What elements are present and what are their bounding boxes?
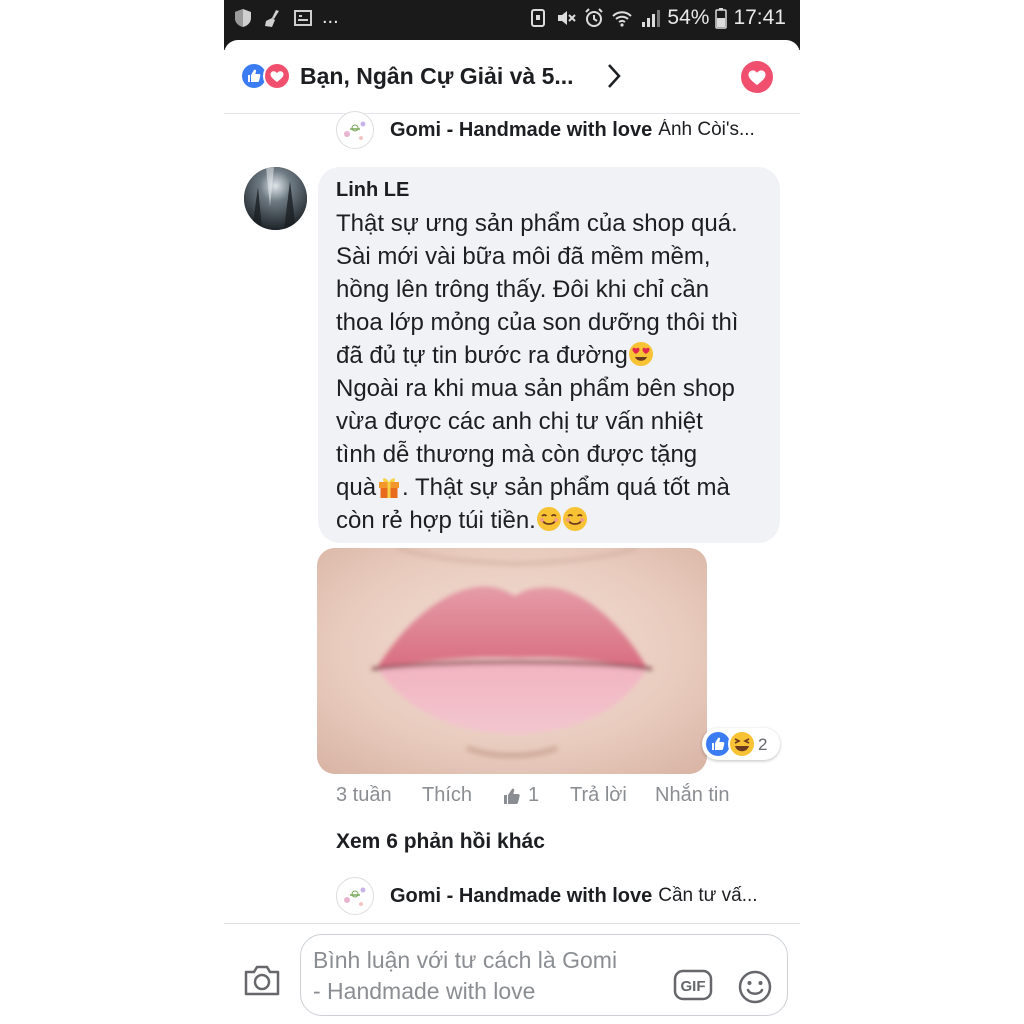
comment-line: đã đủ tự tin bước ra đường [336,342,628,369]
heart-eyes-emoji-icon [628,342,653,366]
battery-percent: 54% [667,6,710,29]
reply-button[interactable]: Trả lời [570,784,627,807]
comment-line: tình dễ thương mà còn được tặng [336,441,698,468]
nfc-icon [531,9,546,27]
comment-input-placeholder: Bình luận với tư cách là Gomi - Handmade… [313,945,663,1007]
status-notifications: ... [232,6,339,29]
profile-photo [244,167,307,230]
timestamp: 3 tuần [336,784,392,806]
smiling-emoji-icon [536,507,561,531]
comment-bubble[interactable]: Linh LE Thật sự ưng sản phẩm của shop qu… [318,167,780,543]
comment-line: Ngoài ra khi mua sản phẩm bên shop [336,375,735,402]
message-button[interactable]: Nhắn tin [655,784,730,807]
comment-line-with-emoji: quà . Thật sự sản phẩm quá tốt mà [336,471,776,504]
more-notifications: ... [322,6,339,28]
comment-line: Thật sự ưng sản phẩm của shop quá. [336,210,738,237]
reply-author[interactable]: Gomi - Handmade with love [390,119,652,142]
camera-icon[interactable] [242,960,282,1000]
reactions-header[interactable]: Bạn, Ngân Cự Giải và 5... [224,50,800,112]
reply-author[interactable]: Gomi - Handmade with love [390,885,652,908]
clock: 17:41 [733,6,786,29]
thumbs-up-icon [504,788,520,804]
image-icon [294,9,312,26]
reply-preview[interactable]: Gomi - Handmade with love Cần tư vấ... [336,876,786,916]
comment-line: còn rẻ hợp túi tiền. [336,507,536,534]
love-icon [263,62,291,90]
comment-photo[interactable] [317,548,707,774]
reply-preview[interactable]: Gomi - Handmade with love Ánh Còi's... [336,110,786,150]
page-logo-icon [344,887,366,906]
comment-author[interactable]: Linh LE [336,179,409,202]
gif-label: GIF [681,978,706,995]
haha-icon [728,730,756,758]
comment-line: . Thật sự sản phẩm quá tốt mà [402,474,730,501]
like-count: 1 [528,784,540,806]
shield-icon [235,8,251,27]
mute-icon [558,11,577,25]
reaction-count: 2 [758,735,768,754]
gift-emoji-icon [379,478,400,498]
comment-reactions-badge[interactable]: 2 [702,728,780,760]
status-system: 54% 17:41 [527,6,786,30]
placeholder-line: Bình luận với tư cách là Gomi [313,947,618,973]
status-bar: ... 54% 17:41 [224,0,800,40]
avatar [336,877,374,915]
chevron-right-icon[interactable] [604,62,624,90]
comment-line: thoa lớp mỏng của son dưỡng thôi thì [336,309,739,336]
lips-photo [317,548,707,774]
placeholder-line: - Handmade with love [313,978,536,1004]
comment-line: vừa được các anh chị tư vấn nhiệt [336,408,703,435]
comment-text: Thật sự ưng sản phẩm của shop quá. Sài m… [336,207,776,537]
smiley-icon[interactable] [737,969,773,1005]
reaction-summary-icons [240,62,291,90]
signal-icon [642,10,661,27]
page-logo-icon [344,121,366,140]
like-button[interactable]: Thích [422,784,472,807]
comment-line: Sài mới vài bữa môi đã mềm mềm, [336,243,711,270]
comment-line: quà [336,474,377,501]
alarm-icon [585,8,604,27]
heart-button-icon[interactable] [740,60,774,94]
battery-icon [715,8,728,29]
reactions-title[interactable]: Bạn, Ngân Cự Giải và 5... [300,63,574,90]
reply-text: Cần tư vấ... [658,885,758,906]
composer-divider [224,923,800,924]
wifi-icon [612,11,633,27]
comment-line: hồng lên trông thấy. Đôi khi chỉ cần [336,276,710,303]
avatar[interactable] [244,167,307,230]
avatar [336,111,374,149]
gif-icon[interactable]: GIF [673,969,713,1001]
comment-line-with-emoji: đã đủ tự tin bước ra đường [336,339,776,372]
see-more-replies-link[interactable]: Xem 6 phản hồi khác [336,830,545,854]
reply-text: Ánh Còi's... [658,119,755,140]
comment-line-with-emoji: còn rẻ hợp túi tiền. [336,504,776,537]
broom-icon [265,9,279,27]
phone-screen: ... 54% 17:41 Bạn, Ngân Cự Giải và 5... … [224,0,800,1024]
smiling-emoji-icon [562,507,587,531]
comment-input[interactable]: Bình luận với tư cách là Gomi - Handmade… [300,934,788,1016]
